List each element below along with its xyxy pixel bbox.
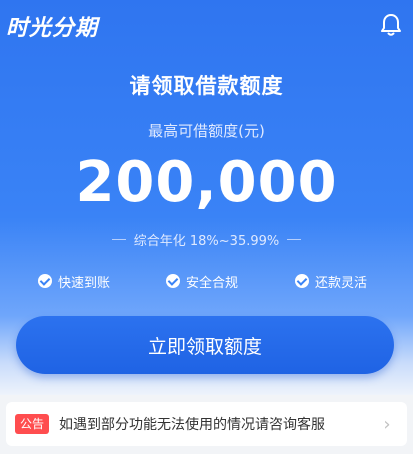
feature-item: 还款灵活 [295,270,367,292]
bell-icon[interactable] [379,12,403,38]
claim-credit-button[interactable]: 立即领取额度 [16,316,394,374]
notice-text: 如遇到部分功能无法使用的情况请咨询客服 [59,417,326,433]
chevron-right-icon[interactable]: › [377,414,397,435]
rate-text: 综合年化 18%~35.99% [133,233,280,249]
feature-label: 安全合规 [186,275,239,291]
credit-amount: 200,000 [75,150,338,215]
amount-label: 最高可借额度(元) [148,122,265,140]
notice-tag: 公告 [15,414,50,434]
feature-item: 安全合规 [166,270,238,292]
check-circle-icon [166,274,180,288]
feature-list: 快速到账 安全合规 还款灵活 [0,270,413,292]
divider [111,238,126,240]
rate-row: 综合年化 18%~35.99% [0,229,413,249]
notice-bar[interactable]: 公告 如遇到部分功能无法使用的情况请咨询客服 › [6,402,407,446]
top-bar: 时光分期 [0,0,413,50]
app-logo: 时光分期 [6,16,99,41]
feature-label: 还款灵活 [315,275,368,291]
feature-item: 快速到账 [38,270,110,292]
check-circle-icon [295,274,309,288]
page-heading: 请领取借款额度 [129,74,284,98]
divider [287,238,302,240]
check-circle-icon [38,274,52,288]
feature-label: 快速到账 [58,275,111,291]
